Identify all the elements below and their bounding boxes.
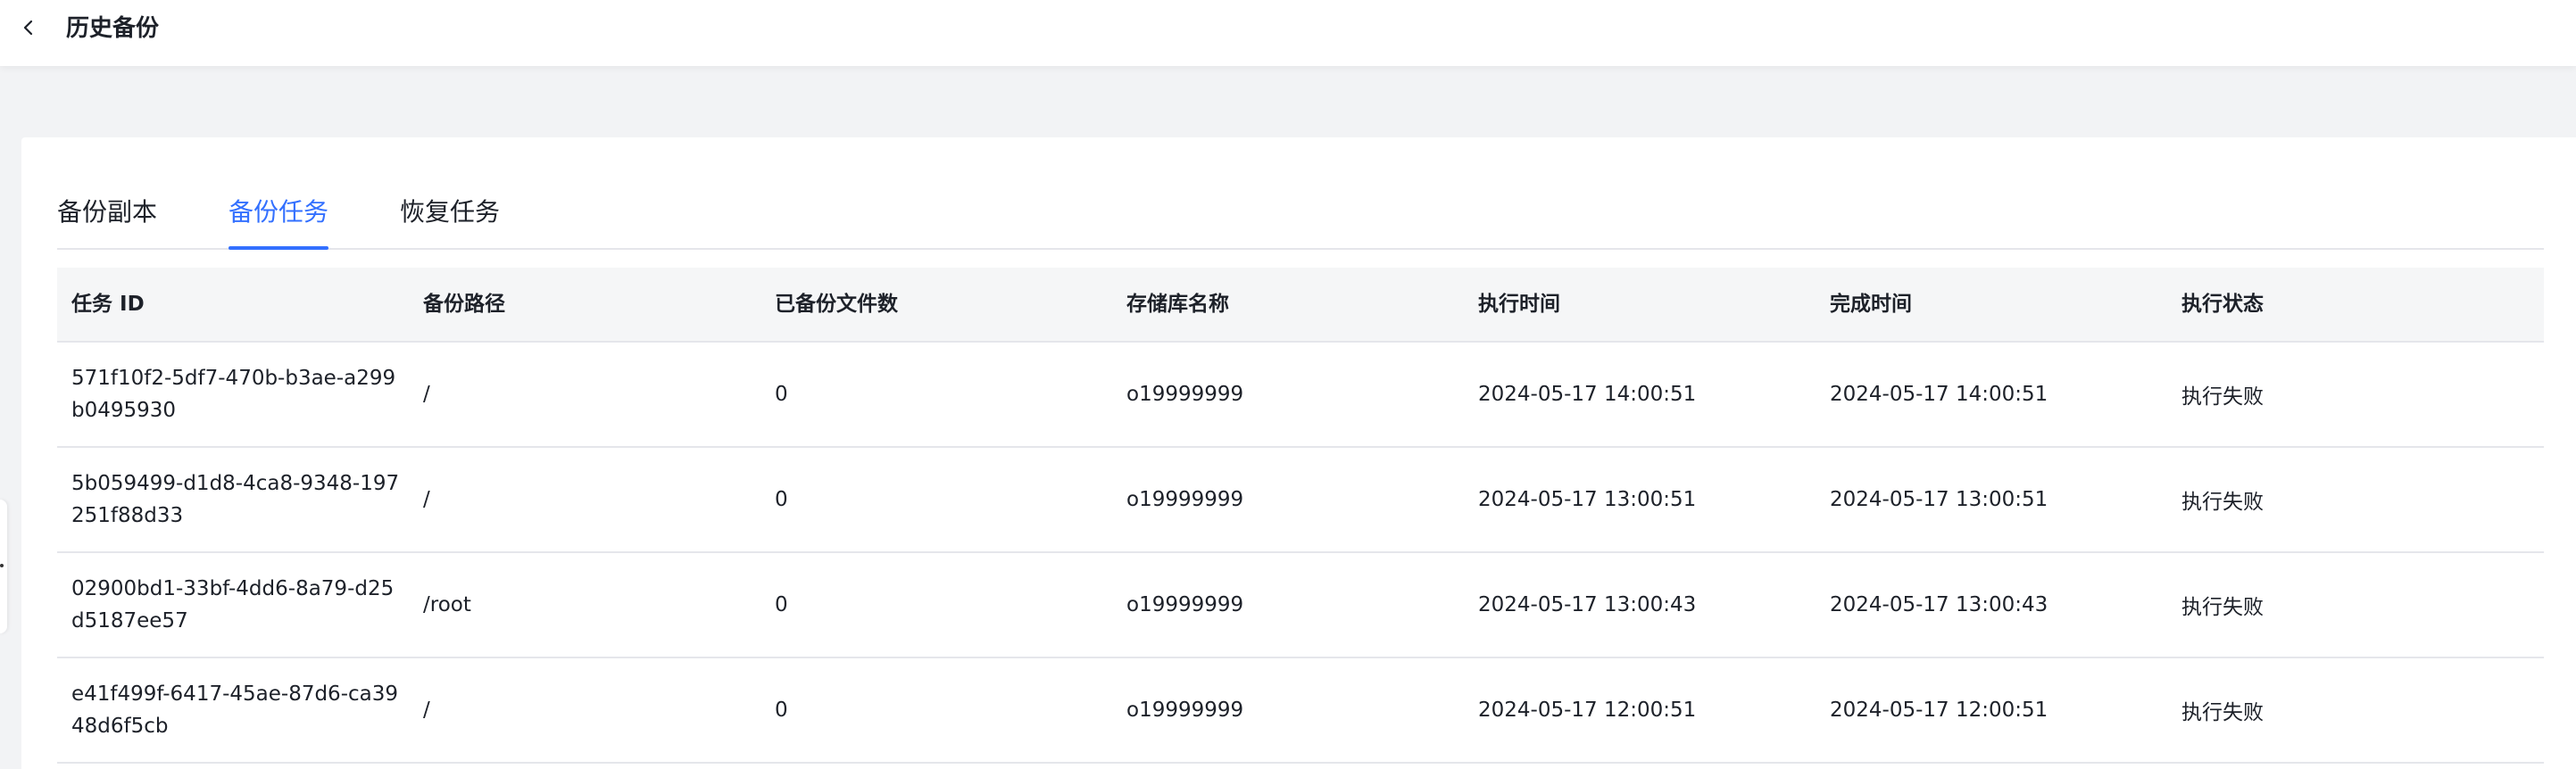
table-row[interactable]: 571f10f2-5df7-470b-b3ae-a299b0495930 / 0… <box>57 343 2544 448</box>
column-header-backup-path: 备份路径 <box>423 293 505 316</box>
file-count-cell: 0 <box>775 593 788 616</box>
status-cell: 执行失败 <box>2181 491 2264 514</box>
start-time-cell: 2024-05-17 13:00:51 <box>1478 488 1697 511</box>
table-row[interactable]: 5b059499-d1d8-4ca8-9348-197251f88d33 / 0… <box>57 448 2544 553</box>
backup-path-cell: /root <box>423 593 471 616</box>
end-time-cell: 2024-05-17 13:00:43 <box>1830 593 2048 616</box>
top-header-bar: 历史备份 <box>0 0 2576 66</box>
end-time-cell: 2024-05-17 13:00:51 <box>1830 488 2048 511</box>
start-time-cell: 2024-05-17 13:00:43 <box>1478 593 1697 616</box>
column-header-repository: 存储库名称 <box>1126 293 1229 316</box>
status-cell: 执行失败 <box>2181 701 2264 724</box>
start-time-cell: 2024-05-17 12:00:51 <box>1478 699 1697 722</box>
task-id-cell: 02900bd1-33bf-4dd6-8a79-d25d5187ee57 <box>71 577 395 633</box>
column-header-end-time: 完成时间 <box>1830 293 1912 316</box>
tab-restore-tasks[interactable]: 恢复任务 <box>400 186 500 246</box>
status-cell: 执行失败 <box>2181 596 2264 619</box>
repository-cell: o19999999 <box>1126 699 1244 722</box>
table-row[interactable]: 02900bd1-33bf-4dd6-8a79-d25d5187ee57 /ro… <box>57 553 2544 658</box>
column-header-file-count: 已备份文件数 <box>775 293 898 316</box>
status-cell: 执行失败 <box>2181 385 2264 409</box>
backup-task-table: 任务 ID 备份路径 已备份文件数 存储库名称 执行时间 完成时间 执行状态 5… <box>57 268 2544 764</box>
column-header-start-time: 执行时间 <box>1478 293 1560 316</box>
file-count-cell: 0 <box>775 383 788 406</box>
tab-backup-copies[interactable]: 备份副本 <box>57 186 157 246</box>
tab-backup-tasks[interactable]: 备份任务 <box>229 186 329 250</box>
file-count-cell: 0 <box>775 488 788 511</box>
backup-path-cell: / <box>423 383 430 406</box>
end-time-cell: 2024-05-17 12:00:51 <box>1830 699 2048 722</box>
file-count-cell: 0 <box>775 699 788 722</box>
backup-path-cell: / <box>423 488 430 511</box>
table-row[interactable]: e41f499f-6417-45ae-87d6-ca3948d6f5cb / 0… <box>57 658 2544 764</box>
task-id-cell: e41f499f-6417-45ae-87d6-ca3948d6f5cb <box>71 682 399 738</box>
handle-dot-icon <box>0 564 4 567</box>
back-button[interactable] <box>16 15 41 40</box>
side-panel-handle[interactable] <box>0 500 7 633</box>
task-id-cell: 571f10f2-5df7-470b-b3ae-a299b0495930 <box>71 367 396 422</box>
chevron-left-icon <box>23 20 33 36</box>
start-time-cell: 2024-05-17 14:00:51 <box>1478 383 1697 406</box>
repository-cell: o19999999 <box>1126 593 1244 616</box>
column-header-task-id: 任务 ID <box>71 293 145 316</box>
table-header: 任务 ID 备份路径 已备份文件数 存储库名称 执行时间 完成时间 执行状态 <box>57 268 2544 343</box>
task-id-cell: 5b059499-d1d8-4ca8-9348-197251f88d33 <box>71 472 400 527</box>
column-header-status: 执行状态 <box>2181 293 2264 316</box>
backup-path-cell: / <box>423 699 430 722</box>
repository-cell: o19999999 <box>1126 488 1244 511</box>
end-time-cell: 2024-05-17 14:00:51 <box>1830 383 2048 406</box>
content-card: 备份副本 备份任务 恢复任务 任务 ID 备份路径 已备份文件数 存储库名称 执… <box>21 137 2576 769</box>
page-title: 历史备份 <box>66 15 160 42</box>
repository-cell: o19999999 <box>1126 383 1244 406</box>
tab-bar: 备份副本 备份任务 恢复任务 <box>57 186 2544 250</box>
